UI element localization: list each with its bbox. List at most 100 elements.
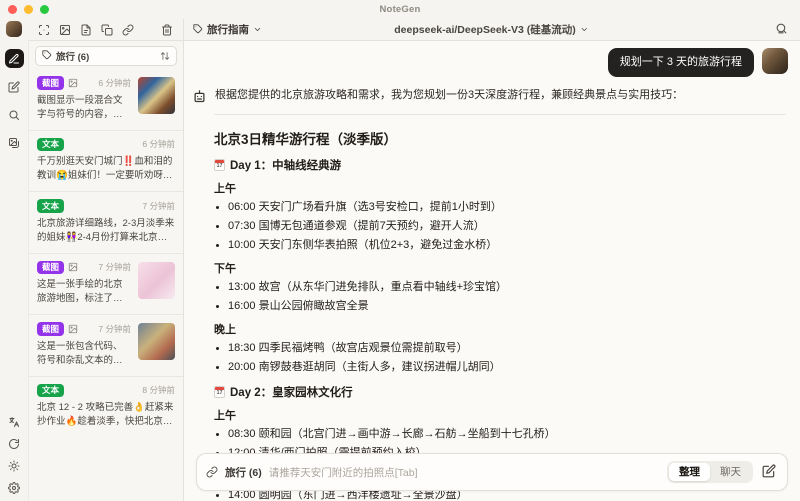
notes-panel: 旅行 (6) 截图6 分钟前截图显示一段混合文字与符号的内容，包含多行无序排列的… xyxy=(29,41,183,501)
section-label: 上午 xyxy=(214,183,236,196)
rail-pen-button[interactable] xyxy=(4,49,24,68)
file-icon xyxy=(80,24,92,36)
calendar-emoji: 17 xyxy=(214,159,225,172)
note-thumbnail xyxy=(138,323,175,360)
compose-icon xyxy=(762,464,776,481)
itinerary-item: 07:30 国博无包通道参观（提前7天预约，避开人流） xyxy=(228,219,782,234)
itinerary-item: 10:00 天安门东侧华表拍照（机位2+3，避免过金水桥） xyxy=(228,238,782,253)
note-thumbnail xyxy=(138,77,175,114)
close-button[interactable] xyxy=(8,5,17,14)
user-message-bubble: 规划一下 3 天的旅游行程 xyxy=(607,48,754,78)
tag-filter[interactable]: 旅行 (6) xyxy=(35,46,177,66)
search-icon xyxy=(8,109,20,121)
main-header: 旅行指南 deepseek-ai/DeepSeek-V3 (硅基流动) xyxy=(183,19,800,40)
note-item-header: 截图 6 分钟前 xyxy=(37,76,131,90)
chevron-down-icon xyxy=(253,21,262,39)
rail-settings-button[interactable] xyxy=(8,482,20,494)
note-item-header: 文本 7 分钟前 xyxy=(37,199,175,213)
note-timestamp: 7 分钟前 xyxy=(98,323,131,334)
note-title-dropdown[interactable]: 旅行指南 xyxy=(183,21,262,39)
note-thumbnail xyxy=(138,261,175,299)
gallery-icon xyxy=(8,137,20,149)
link-tool-button[interactable] xyxy=(122,24,134,36)
day-title-text: Day 1：中轴线经典游 xyxy=(230,160,342,173)
itinerary-list: 13:00 故宫（从东华门进免排队，重点看中轴线+珍宝馆） 16:00 景山公园俯… xyxy=(214,280,782,314)
tag-icon xyxy=(193,21,203,39)
doc-title: 北京3日精华游行程（淡季版） xyxy=(214,132,398,148)
zoom-button[interactable] xyxy=(40,5,49,14)
copy-tool-button[interactable] xyxy=(101,24,113,36)
notes-toolbar xyxy=(28,24,183,36)
note-timestamp: 7 分钟前 xyxy=(142,200,175,211)
section-label: 下午 xyxy=(214,263,236,276)
note-list-item[interactable]: 文本 8 分钟前北京 12 - 2 攻略已完善👌赶紧来抄作业🔥趁着淡季，快把北京旅… xyxy=(29,377,183,438)
note-list-item[interactable]: 文本 6 分钟前千万别逛天安门城门‼️血和泪的教训😭姐妹们！一定要听劝呀❗除非是预… xyxy=(29,131,183,192)
model-selector[interactable]: deepseek-ai/DeepSeek-V3 (硅基流动) xyxy=(394,21,588,39)
note-preview-text: 截图显示一段混合文字与符号的内容，包含多行无序排列的字母、数字和符... xyxy=(37,94,123,120)
note-preview-text: 这是一张手绘的北京旅游地图，标注了景点、交通方式和门票价格，如天安... xyxy=(37,279,123,304)
rail-gallery-button[interactable] xyxy=(5,133,24,152)
image-icon xyxy=(68,324,78,334)
rail-sync-button[interactable] xyxy=(8,438,20,450)
day-heading: 17 Day 2：皇家园林文化行 xyxy=(214,384,782,400)
itinerary-item: 18:30 四季民福烤鸭（故宫店观景位需提前取号） xyxy=(228,341,782,356)
note-timestamp: 6 分钟前 xyxy=(142,139,175,150)
itinerary-list: 06:00 天安门广场看升旗（选3号安检口，提前1小时到） 07:30 国博无包通… xyxy=(214,200,782,253)
compose-button[interactable] xyxy=(760,462,778,483)
rail-search-button[interactable] xyxy=(5,105,24,124)
note-type-badge: 文本 xyxy=(37,383,65,397)
note-item-header: 截图 7 分钟前 xyxy=(37,260,131,274)
note-preview-text: 北京 12 - 2 攻略已完善👌赶紧来抄作业🔥趁着淡季，快把北京旅游攻略重新整理… xyxy=(37,402,174,427)
robot-icon xyxy=(192,89,207,104)
chat-area: 规划一下 3 天的旅游行程 根据您提供的北京旅游攻略和需求，我为您规划一份3天深… xyxy=(184,41,800,501)
compose-icon xyxy=(8,80,20,93)
mode-active-button[interactable]: 整理 xyxy=(669,462,710,482)
minimize-button[interactable] xyxy=(24,5,33,14)
trash-button[interactable] xyxy=(161,24,173,36)
note-list-item[interactable]: 截图 6 分钟前截图显示一段混合文字与符号的内容，包含多行无序排列的字母、数字和符… xyxy=(29,69,183,131)
note-preview-text: 这是一张包含代码、符号和杂乱文本的截图，内容难以辨识，似乎涉及技术... xyxy=(37,340,123,366)
note-type-badge: 文本 xyxy=(37,137,65,151)
note-timestamp: 6 分钟前 xyxy=(98,77,131,88)
user-message-row: 规划一下 3 天的旅游行程 xyxy=(184,41,800,78)
itinerary-document: 北京3日精华游行程（淡季版） 17 Day 1：中轴线经典游上午 06:00 天安门… xyxy=(184,115,800,501)
image-icon xyxy=(59,24,71,36)
note-list-item[interactable]: 截图 7 分钟前这是一张手绘的北京旅游地图，标注了景点、交通方式和门票价格，如天安… xyxy=(29,254,183,315)
rail-theme-button[interactable] xyxy=(8,460,20,472)
screenshot-icon xyxy=(38,24,50,36)
file-tool-button[interactable] xyxy=(80,24,92,36)
itinerary-item: 20:00 南锣鼓巷逛胡同（主街人多，建议拐进帽儿胡同） xyxy=(228,360,782,375)
sync-icon xyxy=(8,438,20,450)
note-list-item[interactable]: 文本 7 分钟前北京旅游详细路线，2-3月淡季来的姐妹👭2-4月份打算来北京玩的宝… xyxy=(29,192,183,254)
note-item-header: 文本 6 分钟前 xyxy=(37,137,175,151)
note-item-header: 文本 8 分钟前 xyxy=(37,383,175,397)
screenshot-tool-button[interactable] xyxy=(38,24,50,36)
clear-chat-button[interactable] xyxy=(769,21,800,39)
rail-compose-button[interactable] xyxy=(5,77,24,96)
day-heading: 17 Day 1：中轴线经典游 xyxy=(214,157,782,173)
translate-icon xyxy=(8,416,20,428)
note-timestamp: 8 分钟前 xyxy=(142,385,175,396)
note-list-item[interactable]: 截图 7 分钟前这是一张包含代码、符号和杂乱文本的截图，内容难以辨识，似乎涉及技术… xyxy=(29,315,183,377)
note-timestamp: 7 分钟前 xyxy=(98,262,131,273)
chat-input-bar[interactable]: 旅行 (6) 请推荐天安门附近的拍照点[Tab] 整理 聊天 xyxy=(196,453,788,491)
chat-input[interactable]: 请推荐天安门附近的拍照点[Tab] xyxy=(269,465,660,480)
chevron-down-icon xyxy=(580,21,589,39)
titlebar: NoteGen xyxy=(0,0,800,19)
mode-toggle: 整理 聊天 xyxy=(667,460,753,484)
itinerary-list: 18:30 四季民福烤鸭（故宫店观景位需提前取号） 20:00 南锣鼓巷逛胡同（主… xyxy=(214,341,782,375)
mode-option-button[interactable]: 聊天 xyxy=(710,463,751,482)
window-controls xyxy=(8,5,49,14)
link-icon xyxy=(122,24,134,36)
image-tool-button[interactable] xyxy=(59,24,71,36)
user-avatar[interactable] xyxy=(6,21,22,37)
assistant-message-row: 根据您提供的北京旅游攻略和需求，我为您规划一份3天深度游行程，兼顾经典景点与实用… xyxy=(184,77,800,104)
note-type-badge: 文本 xyxy=(37,199,65,213)
sort-icon[interactable] xyxy=(160,51,170,61)
note-type-badge: 截图 xyxy=(37,322,65,336)
itinerary-item: 13:00 故宫（从东华门进免排队，重点看中轴线+珍宝馆） xyxy=(228,280,782,295)
note-list: 截图6 分钟前截图显示一段混合文字与符号的内容，包含多行无序排列的字母、数字和符… xyxy=(29,69,183,437)
rail-footer xyxy=(8,416,20,494)
rail-translate-button[interactable] xyxy=(8,416,20,428)
tag-filter-label: 旅行 (6) xyxy=(56,52,90,63)
